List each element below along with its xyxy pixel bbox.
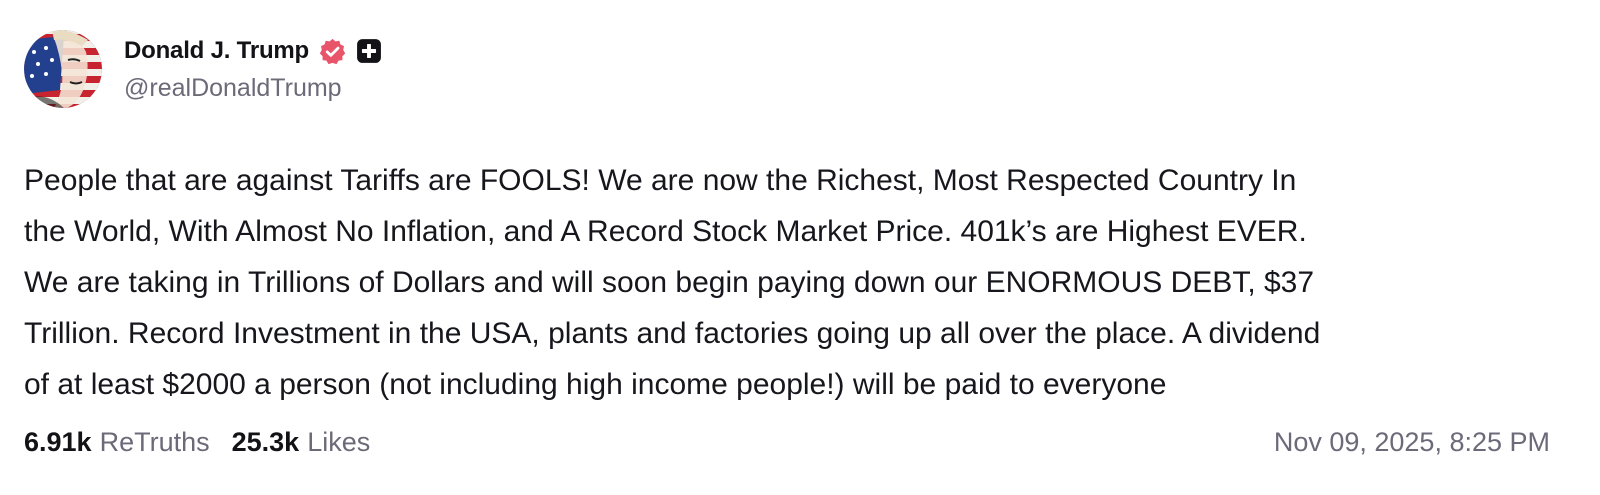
author-line: Donald J. Trump: [124, 34, 382, 68]
retruths-count: 6.91k: [24, 427, 92, 457]
verified-badge-icon: [318, 37, 347, 66]
truth-post: Donald J. Trump @realDonaldTrump People …: [0, 0, 1600, 495]
author-display-name[interactable]: Donald J. Trump: [124, 37, 309, 65]
post-text-line: People that are against Tariffs are FOOL…: [24, 164, 1297, 197]
avatar[interactable]: [24, 30, 102, 108]
post-text-line: of at least $2000 a person (not includin…: [24, 368, 1167, 401]
retruths-label: ReTruths: [99, 427, 210, 457]
post-text: People that are against Tariffs are FOOL…: [24, 155, 1579, 410]
post-text-line: We are taking in Trillions of Dollars an…: [24, 266, 1315, 299]
likes-label: Likes: [307, 427, 371, 457]
truth-plus-icon: [356, 38, 382, 64]
likes-count: 25.3k: [231, 427, 300, 457]
retruths-stat[interactable]: 6.91k ReTruths: [24, 427, 210, 458]
post-stats: 6.91k ReTruths 25.3k Likes: [24, 427, 370, 458]
post-text-line: the World, With Almost No Inflation, and…: [24, 215, 1307, 248]
post-timestamp[interactable]: Nov 09, 2025, 8:25 PM: [1274, 427, 1550, 458]
post-text-line: Trillion. Record Investment in the USA, …: [24, 317, 1321, 350]
avatar-image: [24, 30, 102, 108]
author-handle[interactable]: @realDonaldTrump: [124, 74, 342, 103]
likes-stat[interactable]: 25.3k Likes: [232, 427, 371, 458]
